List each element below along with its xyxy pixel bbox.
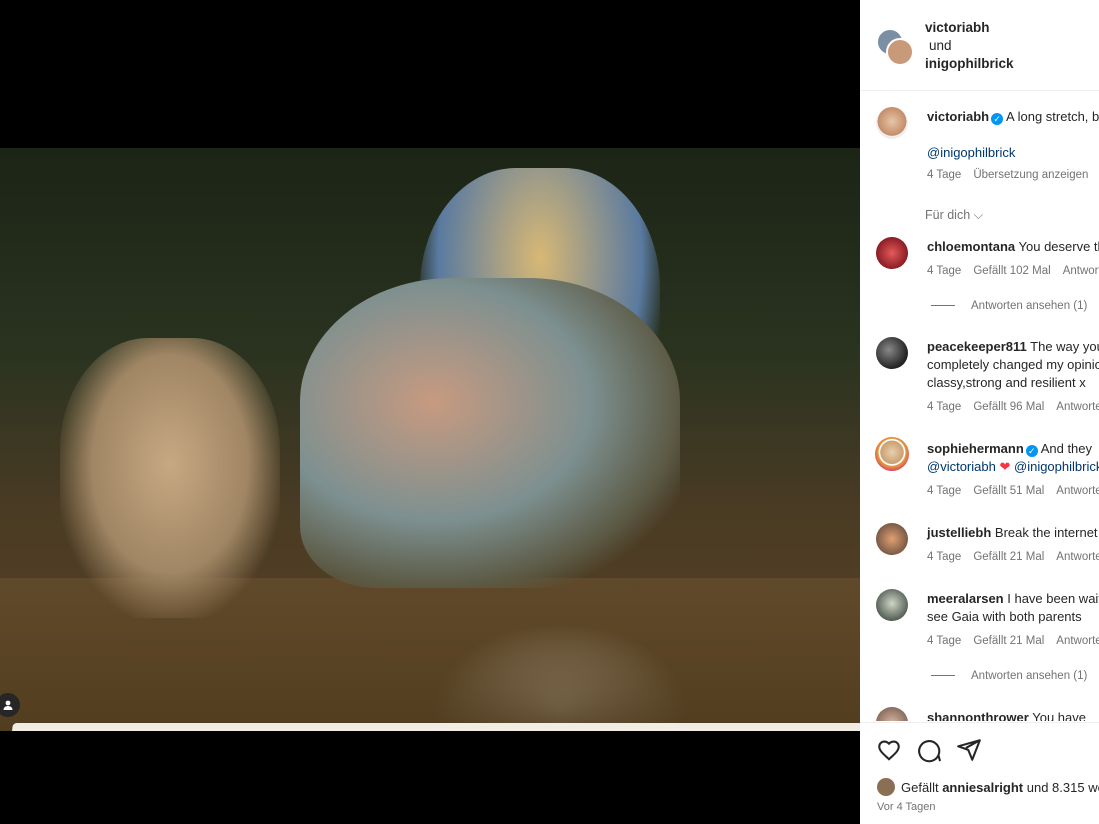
comment-body: Break the internet [994, 525, 1098, 540]
post-timestamp: Vor 4 Tagen [877, 801, 936, 813]
post-header: victoriabh und inigophilbrick [860, 0, 1099, 91]
comment-text: peacekeeper811 The way you completely ch… [927, 338, 1099, 392]
username-link[interactable]: peacekeeper811 [927, 339, 1027, 354]
collab-avatars[interactable] [876, 28, 914, 66]
avatar [886, 38, 914, 66]
post-photo[interactable] [0, 148, 860, 731]
mention-link[interactable]: @inigophilbrick [1014, 459, 1099, 474]
likes-count: und 8.315 weiteren [1026, 780, 1099, 795]
comment-body: I have been waiting to [1007, 591, 1099, 606]
like-count[interactable]: Gefällt 96 Mal [973, 401, 1044, 413]
username-link[interactable]: sophiehermann [927, 441, 1024, 456]
avatar[interactable] [876, 237, 908, 269]
photo-blanket [7, 723, 860, 731]
timestamp: 4 Tage [927, 265, 962, 277]
view-replies-button[interactable]: Antworten ansehen (1) [931, 670, 1087, 682]
comment-meta: 4 Tage Gefällt 21 Mal Antworten [927, 551, 1099, 563]
comment-body: You deserve the world [1018, 239, 1099, 254]
for-you-sort[interactable]: Für dich ⌵ [925, 208, 983, 223]
username-link[interactable]: victoriabh [927, 109, 989, 124]
chevron-down-icon: ⌵ [973, 208, 984, 222]
comment-text: sophiehermann ✓ And they @victoriabh ❤ @i… [927, 440, 1099, 476]
username-link[interactable]: chloemontana [927, 239, 1015, 254]
username-link[interactable]: shannonthrower [927, 710, 1029, 721]
avatar[interactable] [876, 589, 908, 621]
comments-list[interactable]: victoriabh✓ A long stretch, but it was w… [860, 91, 1099, 721]
photo-man [300, 278, 680, 588]
reply-button[interactable]: Antworten [1056, 551, 1099, 563]
avatar[interactable] [876, 337, 908, 369]
like-count[interactable]: Gefällt 102 Mal [973, 265, 1050, 277]
timestamp: 4 Tage [927, 635, 962, 647]
translate-link[interactable]: Übersetzung anzeigen [973, 169, 1088, 181]
comment-meta: 4 Tage Gefällt 102 Mal Antworten [927, 265, 1099, 277]
comment-text: chloemontana You deserve the world [927, 238, 1099, 256]
photo-child [60, 338, 280, 618]
sort-label: Für dich [925, 208, 971, 222]
comment-icon[interactable] [916, 737, 942, 763]
action-bar: Gefällt anniesalright und 8.315 weiteren… [860, 722, 1099, 824]
username-link[interactable]: justelliebh [927, 525, 991, 540]
verified-icon: ✓ [991, 113, 1004, 125]
comment-body: You have [1032, 710, 1086, 721]
avatar[interactable] [876, 523, 908, 555]
avatar[interactable] [876, 707, 908, 721]
timestamp: 4 Tage [927, 551, 962, 563]
user-icon [3, 700, 13, 710]
comment-body: And they [1040, 441, 1093, 456]
timestamp: 4 Tage [927, 401, 962, 413]
collab-names: victoriabh und inigophilbrick [925, 19, 1014, 73]
reply-button[interactable]: Antworten [1056, 635, 1099, 647]
heart-icon[interactable] [876, 737, 902, 763]
like-count[interactable]: Gefällt 21 Mal [973, 551, 1044, 563]
reply-button[interactable]: Antworten [1056, 401, 1099, 413]
caption-line: victoriabh✓ A long stretch, but it was w… [927, 108, 1099, 126]
comment-body: classy,strong and resilient x [927, 375, 1086, 390]
comment-meta: 4 Tage Gefällt 51 Mal Antworten [927, 485, 1099, 497]
share-icon[interactable] [956, 737, 982, 763]
reply-button[interactable]: Antworten [1056, 485, 1099, 497]
comment-meta: 4 Tage Gefällt 96 Mal Antworten [927, 401, 1099, 413]
post-sidebar: victoriabh und inigophilbrick victoriabh… [860, 0, 1099, 824]
comment-body: see Gaia with both parents [927, 609, 1082, 624]
comment-body: The way you [1030, 339, 1099, 354]
comment-meta: 4 Tage Gefällt 21 Mal Antworten [927, 635, 1099, 647]
like-count[interactable]: Gefällt 21 Mal [973, 635, 1044, 647]
timestamp: 4 Tage [927, 485, 962, 497]
comment-text: meeralarsen I have been waiting to see G… [927, 590, 1099, 626]
mention-link[interactable]: @victoriabh [927, 459, 996, 474]
caption-meta: 4 Tage Übersetzung anzeigen [927, 169, 1099, 181]
mention-link[interactable]: @inigophilbrick [927, 144, 1015, 162]
avatar[interactable] [876, 107, 908, 139]
username-link[interactable]: anniesalright [942, 780, 1023, 795]
username-link[interactable]: victoriabh [925, 19, 1014, 37]
post-media [0, 0, 860, 824]
avatar[interactable] [875, 437, 909, 471]
likes-prefix: Gefällt [901, 780, 939, 795]
username-link[interactable]: meeralarsen [927, 591, 1004, 606]
reply-button[interactable]: Antworten [1063, 265, 1099, 277]
likes-summary[interactable]: Gefällt anniesalright und 8.315 weiteren [877, 778, 1099, 796]
like-count[interactable]: Gefällt 51 Mal [973, 485, 1044, 497]
timestamp: 4 Tage [927, 169, 962, 181]
caption-text: A long stretch, but it was worth it [1006, 109, 1099, 124]
verified-icon: ✓ [1025, 445, 1038, 457]
avatar [877, 778, 895, 796]
comment-body: completely changed my opinion [927, 357, 1099, 372]
view-replies-button[interactable]: Antworten ansehen (1) [931, 300, 1087, 312]
comment-text: shannonthrower You have [927, 709, 1086, 721]
und-text: und [929, 38, 952, 53]
heart-emoji-icon: ❤ [999, 459, 1011, 474]
username-link[interactable]: inigophilbrick [925, 55, 1014, 73]
comment-text: justelliebh Break the internet [927, 524, 1098, 542]
